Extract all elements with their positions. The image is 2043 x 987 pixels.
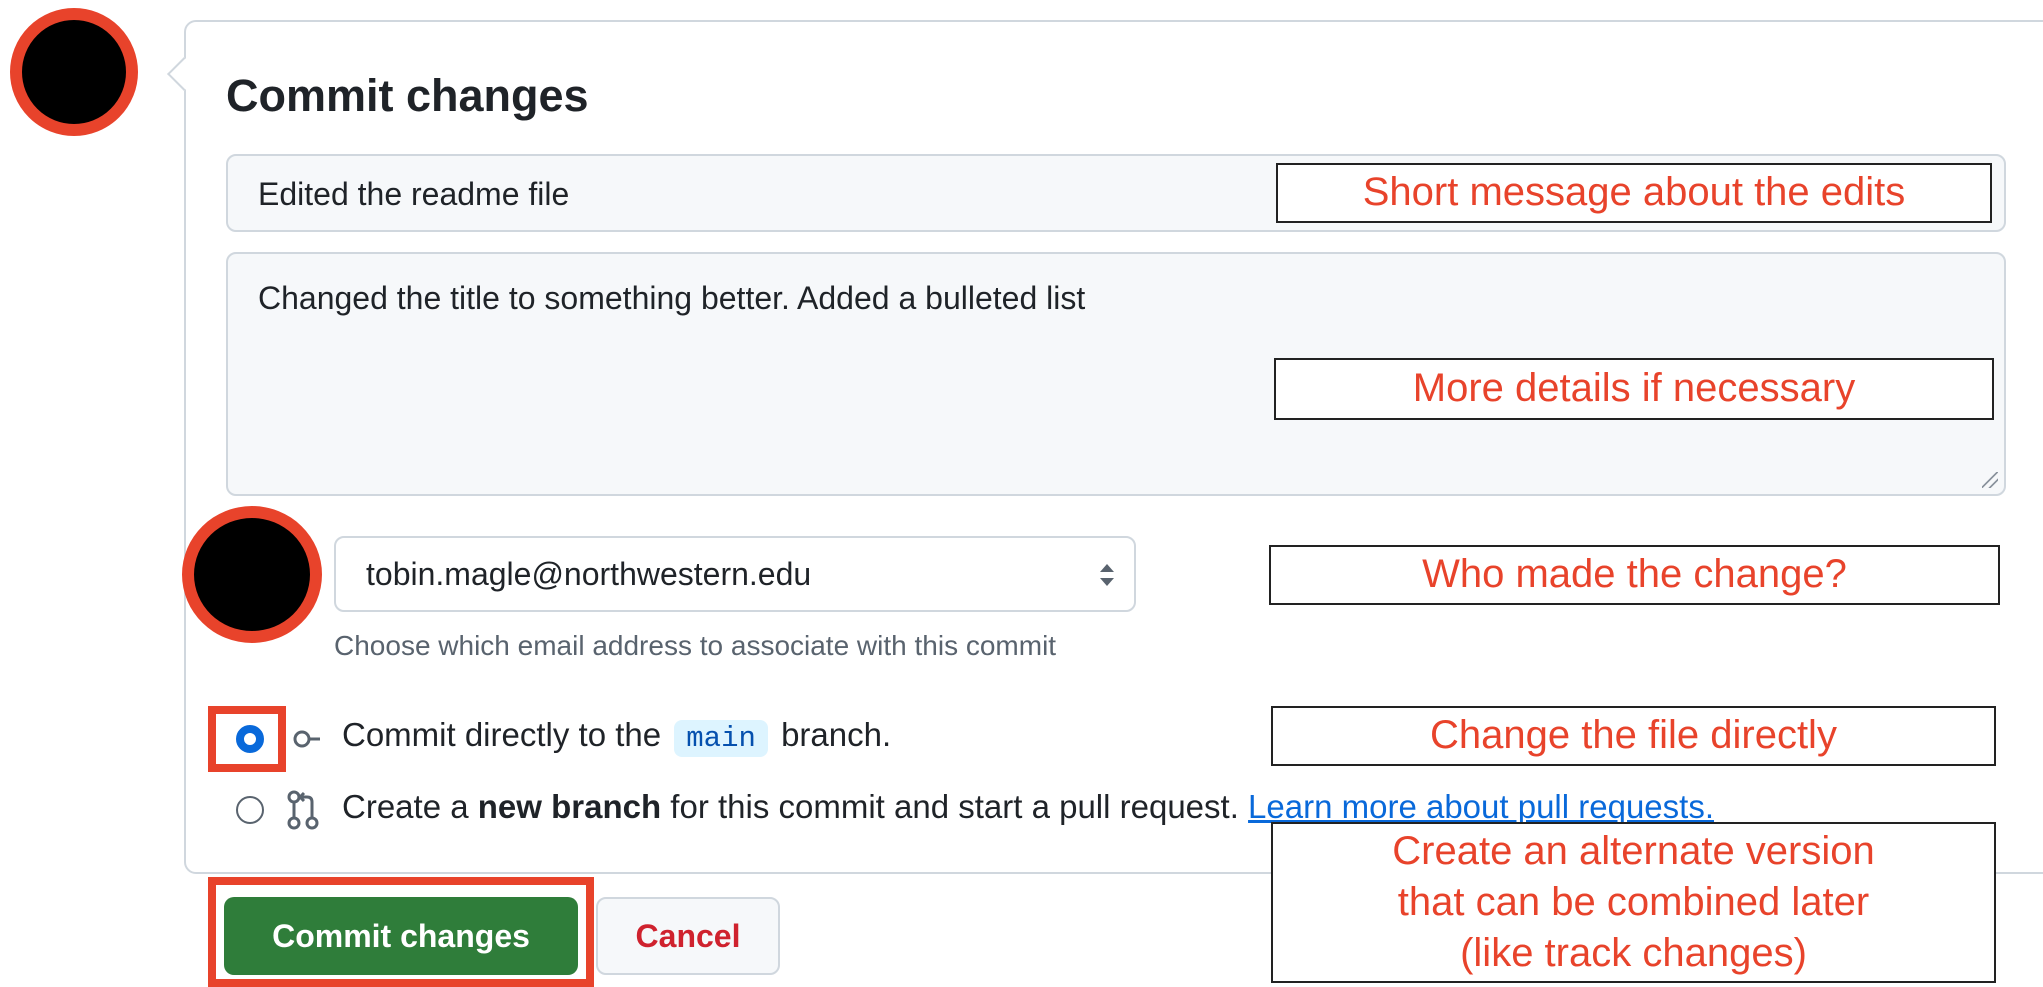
- annotation-new-branch-line1: Create an alternate version: [1392, 828, 1875, 873]
- commit-description-value: Changed the title to something better. A…: [258, 280, 1086, 316]
- author-email-hint: Choose which email address to associate …: [334, 630, 1057, 661]
- option-new-branch-suffix: for this commit and start a pull request…: [670, 788, 1239, 825]
- author-email-value: tobin.magle@northwestern.edu: [366, 556, 812, 592]
- branch-name-badge: main: [674, 720, 768, 757]
- option-direct-suffix: branch.: [781, 716, 892, 753]
- radio-new-branch[interactable]: [236, 796, 264, 824]
- user-avatar-large: [10, 8, 138, 136]
- annotation-direct: Change the file directly: [1271, 706, 1996, 766]
- learn-more-pull-requests-link[interactable]: Learn more about pull requests.: [1248, 788, 1714, 825]
- option-new-branch-label: Create a new branch for this commit and …: [342, 788, 1714, 826]
- annotation-summary: Short message about the edits: [1276, 163, 1992, 223]
- user-avatar: [182, 506, 322, 643]
- annotation-author: Who made the change?: [1269, 545, 2000, 605]
- annotation-new-branch-line3: (like track changes): [1460, 931, 1807, 976]
- commit-changes-button[interactable]: Commit changes: [224, 897, 578, 975]
- chevron-up-down-icon: [1100, 564, 1114, 586]
- annotation-new-branch-line2: that can be combined later: [1397, 879, 1870, 924]
- cancel-button[interactable]: Cancel: [596, 897, 780, 975]
- option-new-branch-bold: new branch: [477, 788, 662, 825]
- git-commit-icon: [293, 730, 320, 748]
- annotation-new-branch: Create an alternate version that can be …: [1271, 822, 1996, 983]
- dialog-title: Commit changes: [226, 70, 589, 121]
- option-direct-label: Commit directly to the main branch.: [342, 716, 891, 757]
- option-new-branch-prefix: Create a: [342, 788, 469, 825]
- radio-commit-direct[interactable]: [236, 725, 264, 753]
- git-pull-request-icon: [287, 790, 319, 830]
- commit-summary-value: Edited the readme file: [258, 176, 570, 212]
- author-email-select[interactable]: tobin.magle@northwestern.edu: [334, 536, 1136, 612]
- resize-handle-icon[interactable]: [1982, 472, 1998, 488]
- annotation-description: More details if necessary: [1274, 358, 1994, 420]
- option-direct-prefix: Commit directly to the: [342, 716, 662, 753]
